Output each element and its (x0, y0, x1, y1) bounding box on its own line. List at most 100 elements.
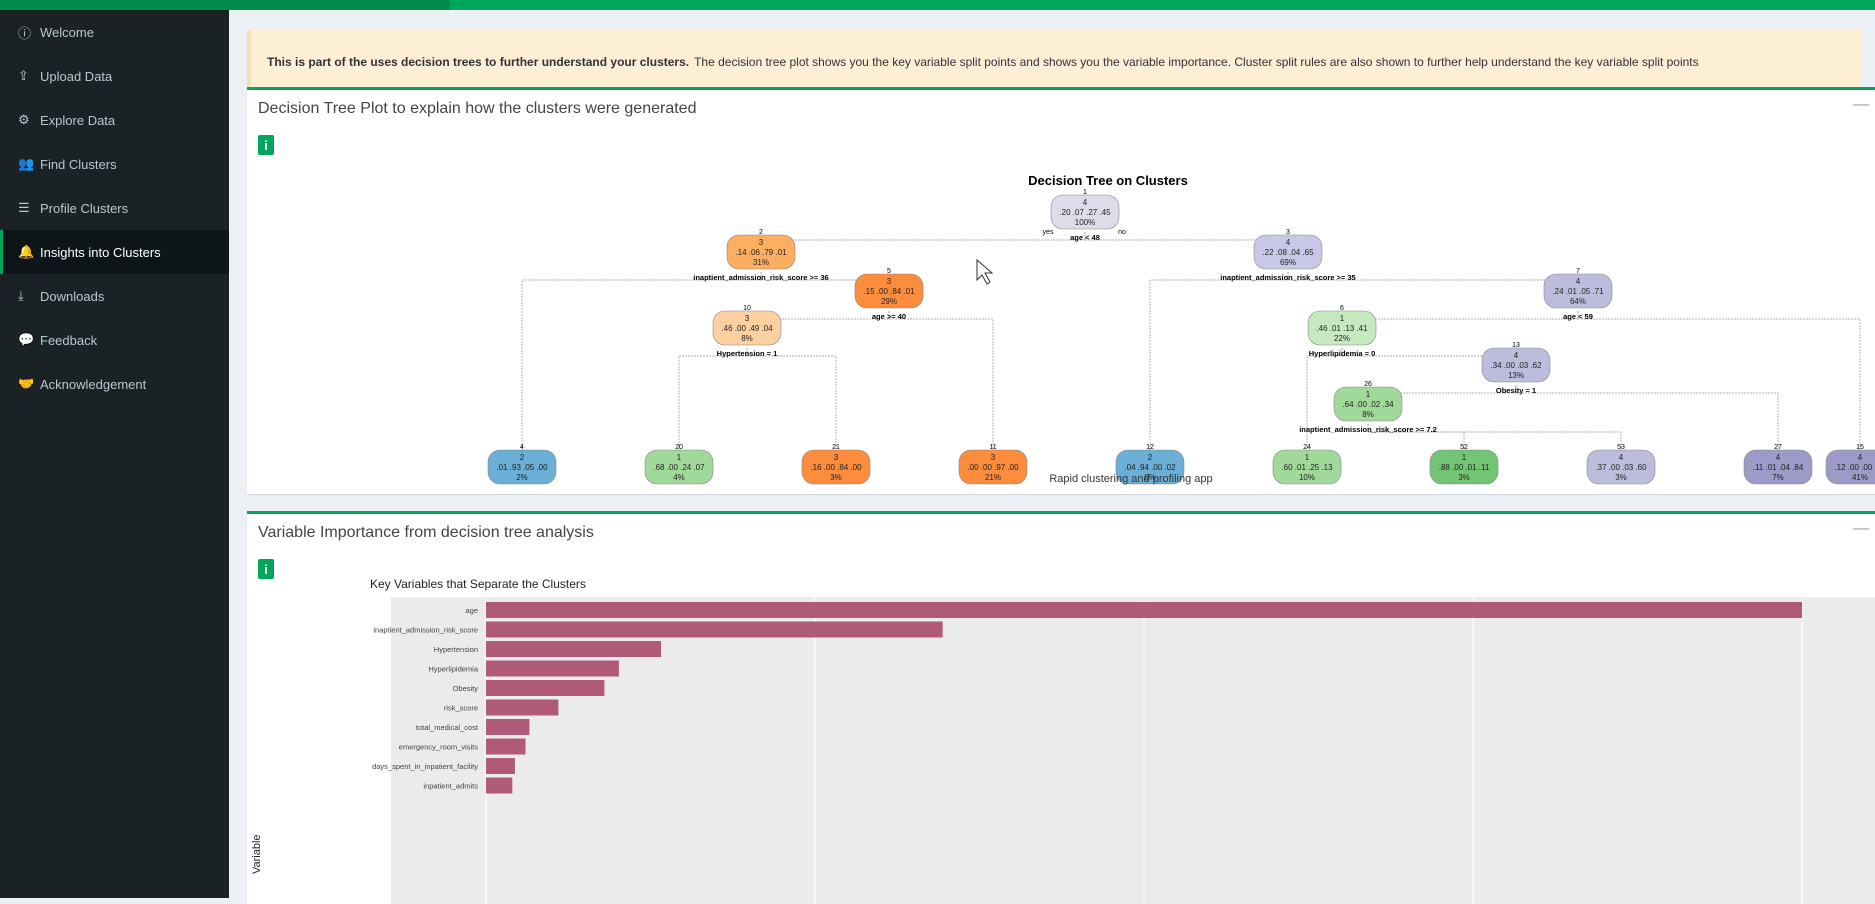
node-cls: 4 (1776, 453, 1781, 462)
node-cls: 2 (1148, 453, 1153, 462)
node-probs: .37 .00 .03 .60 (1595, 463, 1647, 472)
node-probs: .64 .00 .02 .34 (1342, 400, 1394, 409)
cogs-icon: ⚙ (18, 112, 30, 127)
sidebar-item-downloads[interactable]: ⤓ Downloads (0, 274, 229, 318)
tree-node: 74.24 .01 .05 .7164%age < 59 (1543, 268, 1613, 321)
node-split-rule: age >= 40 (872, 312, 906, 321)
sidebar-item-profile-clusters[interactable]: ☰ Profile Clusters (0, 186, 229, 230)
node-cls: 4 (1576, 277, 1581, 286)
node-pct: 7% (1772, 473, 1784, 482)
plot-title: Decision Tree on Clusters (1028, 173, 1188, 188)
download-icon: ⤓ (18, 288, 24, 303)
tree-edge (1341, 311, 1579, 320)
tree-node: 201.68 .00 .24 .074% (644, 444, 714, 485)
node-probs: .22 .08 .04 .65 (1262, 248, 1314, 257)
tree-node: 241.60 .01 .25 .1310% (1272, 444, 1342, 485)
mouse-cursor-icon (976, 258, 994, 285)
sidebar-item-insights-into-clusters[interactable]: 🔔 Insights into Clusters (0, 230, 229, 274)
tree-edge (888, 311, 994, 450)
importance-bar (486, 641, 662, 657)
sidebar-item-label: Profile Clusters (40, 200, 129, 216)
importance-bar (486, 680, 605, 696)
node-pct: 3% (1458, 473, 1470, 482)
importance-bar (486, 738, 526, 755)
node-cls: 4 (1286, 238, 1291, 247)
node-pct: 4% (673, 473, 685, 482)
y-tick-label: Hypertension (434, 645, 478, 654)
node-cls: 1 (1366, 390, 1371, 399)
sidebar-item-label: Find Clusters (40, 156, 117, 172)
node-split-rule: inaptient_admission_risk_score >= 36 (693, 273, 828, 282)
y-tick-label: inaptient_admission_risk_score (373, 626, 478, 635)
node-cls: 4 (1858, 453, 1863, 462)
node-probs: .20 .07 .27 .45 (1059, 208, 1111, 217)
node-cls: 4 (1619, 453, 1624, 462)
node-probs: .60 .01 .25 .13 (1281, 463, 1333, 472)
y-axis-label: Variable (251, 834, 263, 874)
node-pct: 69% (1280, 258, 1296, 267)
node-cls: 2 (520, 453, 525, 462)
tree-node: 261.64 .00 .02 .348%inaptient_admission_… (1299, 381, 1437, 434)
node-pct: 13% (1508, 371, 1524, 380)
tree-node: 53.15 .00 .84 .0129%age >= 40 (854, 268, 924, 321)
decision-tree-box: Decision Tree Plot to explain how the cl… (247, 87, 1875, 494)
node-pct: 10% (1299, 473, 1315, 482)
callout-text: The decision tree plot shows you the key… (694, 55, 1699, 69)
node-cls: 3 (991, 453, 996, 462)
node-split-rule: age < 59 (1563, 312, 1593, 321)
node-pct: 3% (830, 473, 842, 482)
sidebar-item-feedback[interactable]: 💬 Feedback (0, 318, 229, 362)
box-header: Variable Importance from decision tree a… (247, 514, 1875, 552)
upload-icon: ⇪ (18, 68, 29, 83)
node-pct: 29% (881, 297, 897, 306)
node-pct: 22% (1334, 334, 1350, 343)
importance-bar (486, 777, 513, 794)
node-pct: 21% (985, 473, 1001, 482)
node-probs: .34 .00 .03 .62 (1490, 361, 1542, 370)
node-cls: 1 (1340, 314, 1345, 323)
importance-bar (486, 660, 619, 677)
node-split-rule: age < 48 (1070, 233, 1100, 242)
tree-node: 154.12 .00 .00 .8741% (1825, 444, 1875, 485)
tree-edge (678, 348, 748, 450)
node-probs: .01 .93 .05 .00 (496, 463, 548, 472)
node-pct: 100% (1075, 218, 1095, 227)
node-pct: 64% (1570, 297, 1586, 306)
node-probs: .46 .01 .13 .41 (1316, 324, 1368, 333)
sidebar-item-upload-data[interactable]: ⇪ Upload Data (0, 54, 229, 98)
sidebar-item-label: Upload Data (40, 68, 113, 84)
tree-node: 61.46 .01 .13 .4122%Hyperlipidemia = 0 (1307, 305, 1377, 358)
node-cls: 4 (1514, 351, 1519, 360)
node-pct: 8% (1362, 410, 1374, 419)
sidebar-item-label: Feedback (40, 332, 98, 348)
plot-caption: Rapid clustering and profiling app (1049, 473, 1212, 485)
node-cls: 1 (1305, 453, 1310, 462)
node-pct: 3% (1615, 473, 1627, 482)
node-cls: 3 (759, 238, 764, 247)
sidebar-item-find-clusters[interactable]: 👥 Find Clusters (0, 142, 229, 186)
sidebar-item-label: Insights into Clusters (40, 244, 161, 260)
info-callout: This is part of the uses decision trees … (247, 30, 1862, 94)
importance-bar (486, 758, 515, 774)
y-tick-label: days_spent_in_inpatient_facility (372, 762, 478, 771)
y-tick-label: risk_score (444, 704, 478, 713)
tree-node: 42.01 .93 .05 .002% (487, 444, 557, 485)
collapse-button[interactable]: — (1853, 520, 1869, 538)
tree-node: 534.37 .00 .03 .603% (1586, 444, 1656, 485)
tree-node: 34.22 .08 .04 .6569%inaptient_admission_… (1220, 229, 1355, 282)
users-icon: 👥 (18, 156, 35, 171)
tree-edge (1515, 385, 1779, 450)
sidebar-item-acknowledgement[interactable]: 🤝 Acknowledgement (0, 362, 229, 406)
sidebar-item-welcome[interactable]: ⓘ Welcome (0, 10, 229, 54)
handshake-icon: 🤝 (18, 376, 35, 391)
y-tick-label: Obesity (453, 684, 479, 693)
node-pct: 41% (1852, 473, 1868, 482)
node-probs: .00 .00 .97 .00 (967, 463, 1019, 472)
list-icon: ☰ (18, 200, 30, 215)
sidebar-item-explore-data[interactable]: ⚙ Explore Data (0, 98, 229, 142)
node-probs: .24 .01 .05 .71 (1552, 287, 1604, 296)
main-content: This is part of the uses decision trees … (229, 10, 1875, 904)
tree-node: 213.16 .00 .84 .003% (801, 444, 871, 485)
importance-bar (486, 699, 559, 716)
tree-edge (1577, 311, 1861, 450)
